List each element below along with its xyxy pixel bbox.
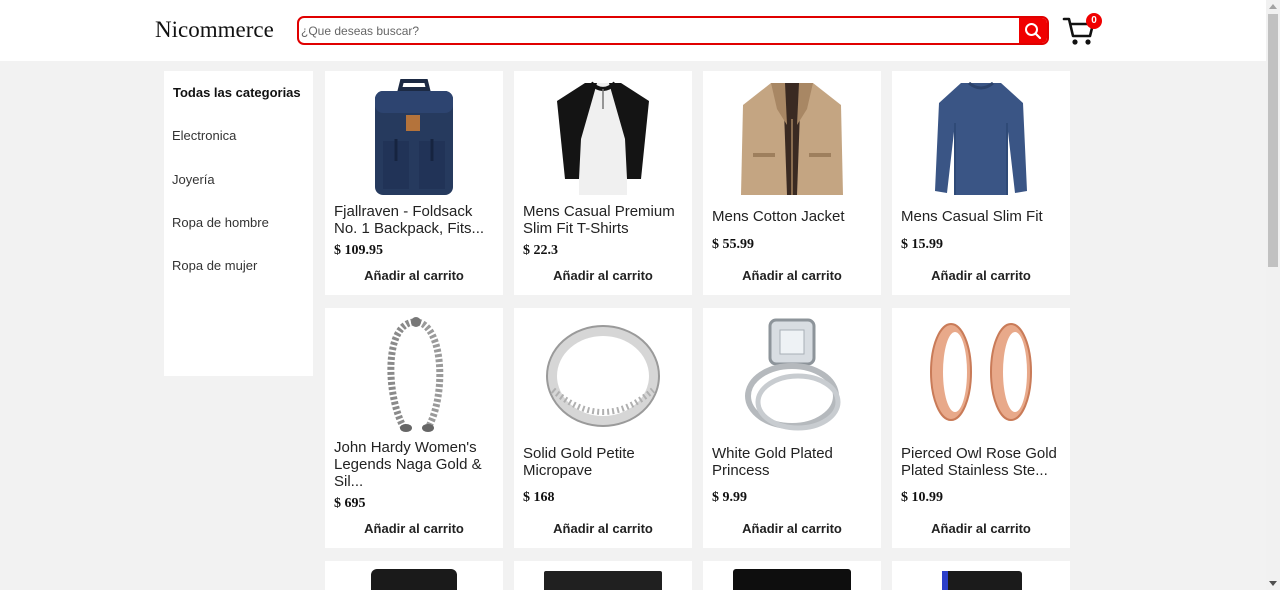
product-card[interactable]: Mens Casual Premium Slim Fit T-Shirts $ … [514, 71, 692, 295]
product-name[interactable]: Mens Casual Premium Slim Fit T-Shirts [523, 203, 685, 237]
add-to-cart-button[interactable]: Añadir al carrito [514, 268, 692, 283]
product-price: $ 15.99 [901, 237, 943, 252]
product-card[interactable]: Solid Gold Petite Micropave $ 168 Añadir… [514, 308, 692, 548]
page-scrollbar[interactable] [1266, 0, 1280, 590]
product-card[interactable] [703, 561, 881, 590]
sidebar-item-ropa-hombre[interactable]: Ropa de hombre [172, 215, 269, 230]
product-name[interactable]: Fjallraven - Foldsack No. 1 Backpack, Fi… [334, 203, 496, 237]
add-to-cart-button[interactable]: Añadir al carrito [892, 268, 1070, 283]
add-to-cart-button[interactable]: Añadir al carrito [325, 268, 503, 283]
product-card[interactable]: Pierced Owl Rose Gold Plated Stainless S… [892, 308, 1070, 548]
product-card[interactable]: Mens Cotton Jacket $ 55.99 Añadir al car… [703, 71, 881, 295]
scroll-up-arrow-icon[interactable] [1269, 4, 1277, 9]
product-card[interactable]: John Hardy Women's Legends Naga Gold & S… [325, 308, 503, 548]
sidebar-item-ropa-mujer[interactable]: Ropa de mujer [172, 258, 257, 273]
sidebar-title: Todas las categorias [173, 85, 301, 100]
product-image-bracelet[interactable] [325, 316, 503, 434]
product-image-dark-device[interactable] [371, 569, 457, 590]
search-input[interactable] [299, 18, 1019, 43]
add-to-cart-button[interactable]: Añadir al carrito [892, 521, 1070, 536]
product-price: $ 9.99 [712, 490, 747, 505]
sidebar-item-joyeria[interactable]: Joyería [172, 172, 215, 187]
cart-count-badge: 0 [1086, 13, 1102, 29]
product-price: $ 168 [523, 490, 555, 505]
cart-button[interactable]: 0 [1062, 13, 1102, 48]
category-sidebar: Todas las categorias Electronica Joyería… [164, 71, 313, 376]
product-name[interactable]: White Gold Plated Princess [712, 445, 874, 479]
product-card[interactable] [892, 561, 1070, 590]
product-image-backpack[interactable] [325, 79, 503, 197]
product-price: $ 109.95 [334, 243, 383, 258]
product-name[interactable]: Mens Casual Slim Fit [901, 208, 1063, 225]
search-bar [297, 16, 1049, 45]
search-button[interactable] [1019, 18, 1047, 43]
product-image-silver-ring[interactable] [514, 316, 692, 434]
product-name[interactable]: Solid Gold Petite Micropave [523, 445, 685, 479]
search-icon [1025, 22, 1042, 39]
product-card[interactable]: White Gold Plated Princess $ 9.99 Añadir… [703, 308, 881, 548]
product-card[interactable]: Mens Casual Slim Fit $ 15.99 Añadir al c… [892, 71, 1070, 295]
logo[interactable]: Nicommerce [155, 17, 274, 43]
add-to-cart-button[interactable]: Añadir al carrito [325, 521, 503, 536]
product-price: $ 55.99 [712, 237, 754, 252]
product-price: $ 695 [334, 496, 366, 511]
product-image-rose-gold-plugs[interactable] [892, 316, 1070, 434]
product-card[interactable]: Fjallraven - Foldsack No. 1 Backpack, Fi… [325, 71, 503, 295]
product-image-longsleeve-shirt[interactable] [892, 79, 1070, 197]
product-image-raglan-shirt[interactable] [514, 79, 692, 197]
product-card[interactable] [325, 561, 503, 590]
scroll-down-arrow-icon[interactable] [1269, 581, 1277, 586]
add-to-cart-button[interactable]: Añadir al carrito [703, 521, 881, 536]
add-to-cart-button[interactable]: Añadir al carrito [703, 268, 881, 283]
product-name[interactable]: Pierced Owl Rose Gold Plated Stainless S… [901, 445, 1063, 479]
product-name[interactable]: John Hardy Women's Legends Naga Gold & S… [334, 439, 496, 490]
header: Nicommerce 0 [0, 0, 1266, 61]
product-image-jacket[interactable] [703, 79, 881, 197]
product-price: $ 22.3 [523, 243, 558, 258]
product-image-diamond-ring[interactable] [703, 316, 881, 434]
sidebar-item-electronica[interactable]: Electronica [172, 128, 236, 143]
product-image-dark-device[interactable] [544, 571, 662, 590]
product-image-dark-device[interactable] [733, 569, 851, 590]
product-price: $ 10.99 [901, 490, 943, 505]
product-name[interactable]: Mens Cotton Jacket [712, 208, 874, 225]
product-image-dark-device[interactable] [942, 571, 1022, 590]
scrollbar-thumb[interactable] [1268, 14, 1278, 267]
product-card[interactable] [514, 561, 692, 590]
add-to-cart-button[interactable]: Añadir al carrito [514, 521, 692, 536]
